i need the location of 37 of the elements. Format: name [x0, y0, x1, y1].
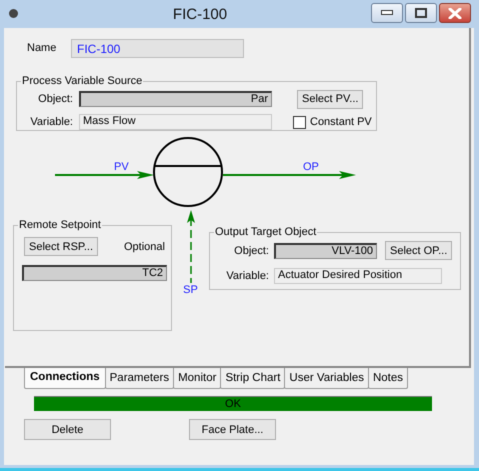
object-label: Object: [233, 244, 269, 256]
name-field[interactable]: FIC-100 [71, 38, 244, 58]
window-title: FIC-100 [172, 6, 228, 23]
controller-symbol[interactable] [153, 137, 223, 207]
action-button[interactable]: Delete [24, 419, 111, 440]
close-icon [448, 8, 462, 18]
op-label: OP [303, 161, 319, 173]
panel-title: Remote Setpoint [18, 219, 102, 231]
sp-label: SP [183, 284, 198, 296]
object-field[interactable]: VLV-100 [274, 242, 377, 258]
object-field[interactable]: Par [79, 91, 272, 107]
checkbox-label: Constant PV [310, 116, 372, 128]
variable-label: Variable: [29, 116, 73, 128]
select-rsp-button[interactable]: Select RSP... [24, 237, 98, 256]
panel-title: Process Variable Source [21, 75, 144, 87]
tab[interactable]: Connections [24, 366, 106, 389]
status-text: OK [225, 398, 241, 410]
variable-label: Variable: [225, 270, 269, 282]
action-button[interactable]: Face Plate... [189, 419, 276, 440]
select-pv-button[interactable]: Select PV... [297, 90, 364, 108]
app-icon [9, 8, 18, 18]
variable-field[interactable]: Mass Flow [79, 114, 272, 130]
minimize-icon [381, 10, 393, 16]
select-op-button[interactable]: Select OP... [385, 241, 452, 260]
tab[interactable]: Notes [368, 368, 408, 389]
maximize-icon [415, 8, 427, 18]
name-label: Name [27, 42, 58, 54]
pv-label: PV [114, 161, 129, 173]
variable-field[interactable]: Actuator Desired Position [274, 268, 442, 284]
panel-title: Output Target Object [214, 226, 318, 238]
remote-setpoint-field[interactable]: TC2 [22, 265, 167, 281]
object-label: Object: [37, 93, 73, 105]
close-button[interactable] [439, 3, 471, 23]
maximize-button[interactable] [405, 3, 437, 23]
checkbox[interactable] [293, 116, 306, 128]
minimize-button[interactable] [371, 3, 403, 23]
optional-label: Optional [124, 240, 165, 252]
